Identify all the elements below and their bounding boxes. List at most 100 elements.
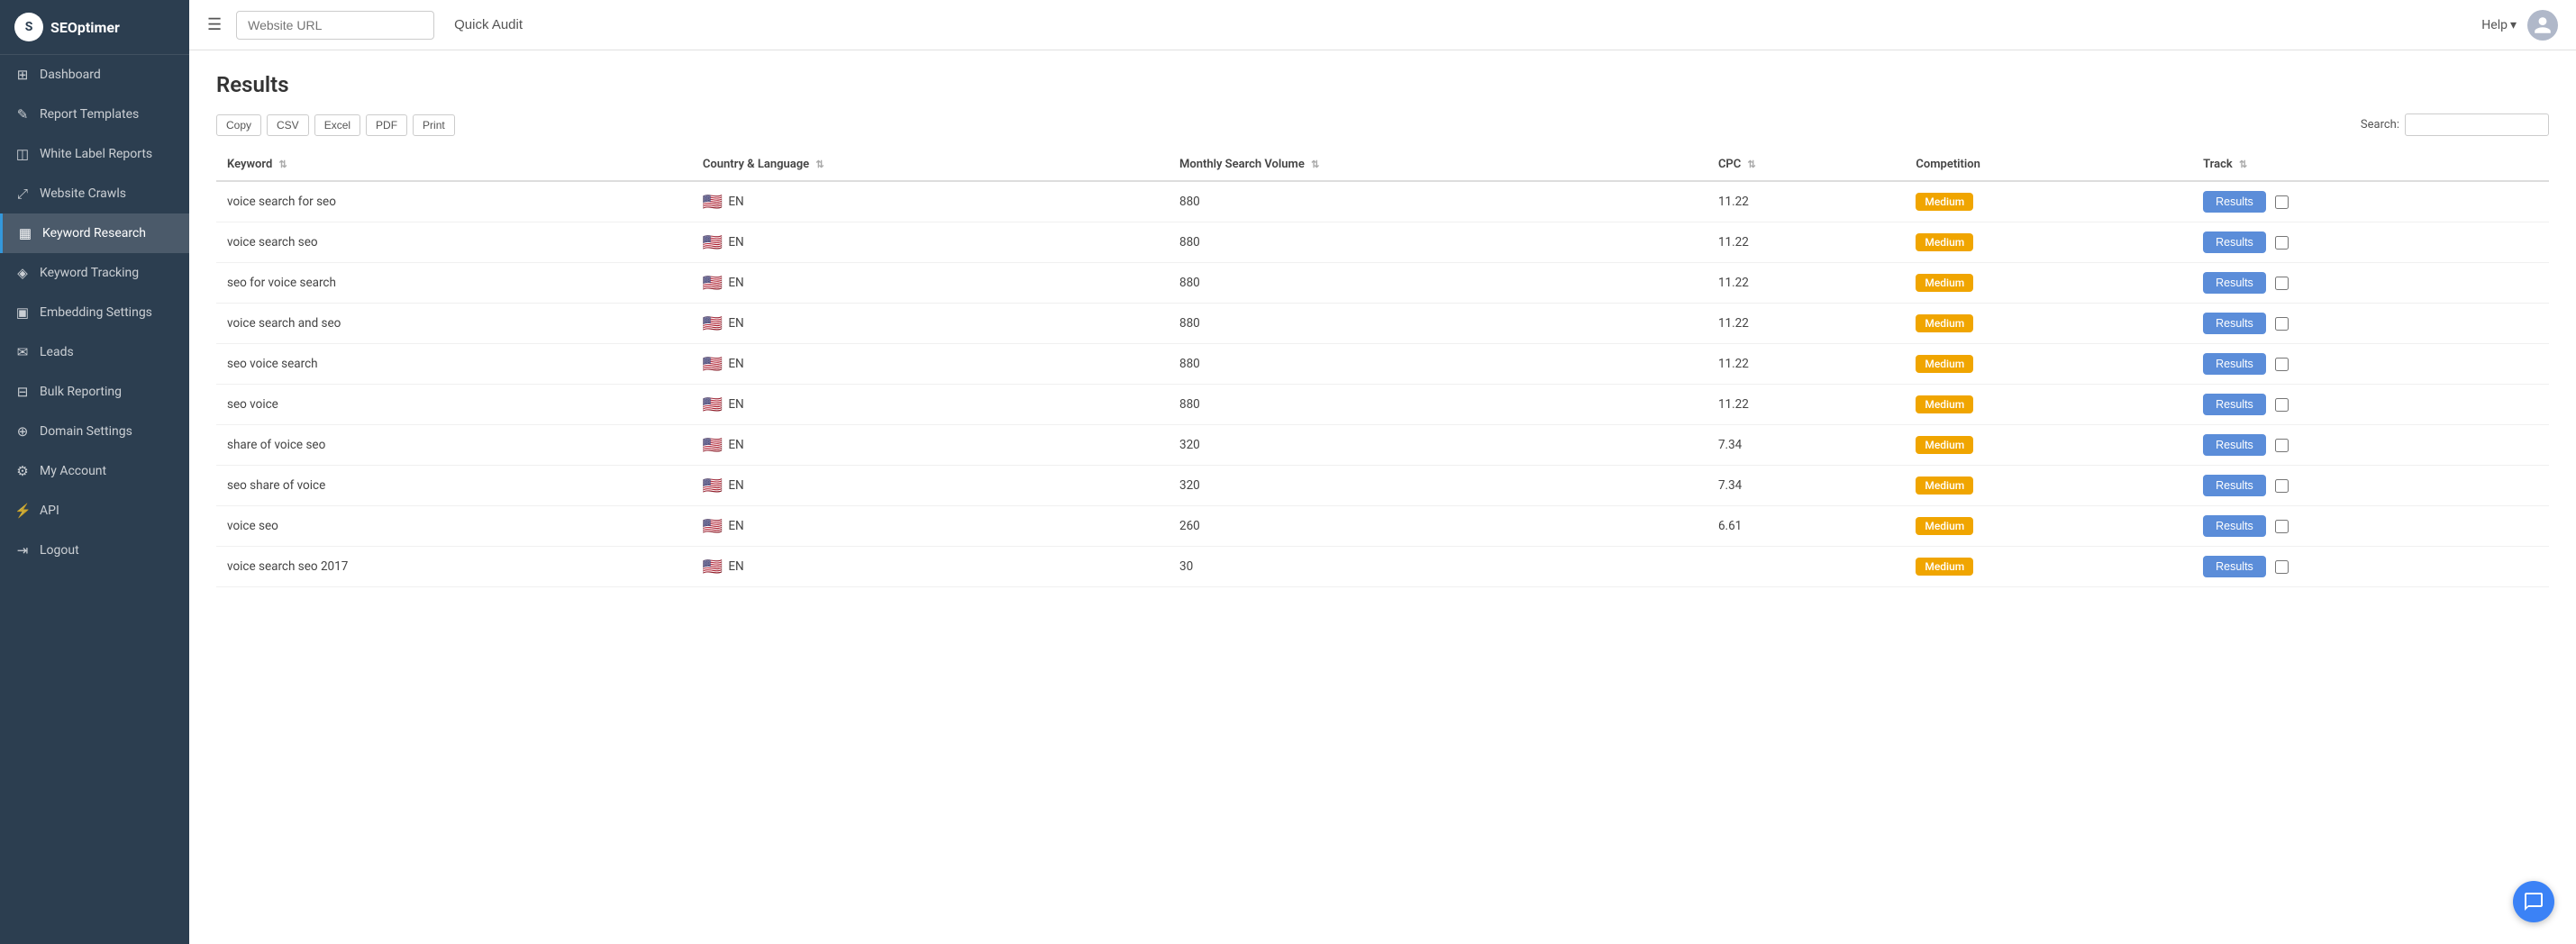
cell-competition-9: Medium [1905,547,2192,587]
sidebar-item-my-account[interactable]: ⚙ My Account [0,451,189,491]
track-checkbox-2[interactable] [2275,277,2289,290]
track-checkbox-5[interactable] [2275,398,2289,412]
topbar: ☰ Quick Audit Help ▾ [189,0,2576,50]
copy-button[interactable]: Copy [216,114,261,136]
nav-label-bulk-reporting: Bulk Reporting [40,385,122,399]
sidebar-item-api[interactable]: ⚡ API [0,491,189,531]
competition-badge-2: Medium [1916,274,1973,292]
results-button-1[interactable]: Results [2203,231,2266,253]
nav-icon-logout: ⇥ [14,542,31,558]
cell-competition-8: Medium [1905,506,2192,547]
competition-badge-1: Medium [1916,233,1973,251]
table-row: share of voice seo 🇺🇸 EN 320 7.34 Medium… [216,425,2549,466]
nav-icon-website-crawls: ⤢ [14,186,31,202]
cell-cpc-7: 7.34 [1707,466,1905,506]
cell-volume-9: 30 [1169,547,1707,587]
col-cpc[interactable]: CPC ⇅ [1707,149,1905,181]
topbar-right: Help ▾ [2481,10,2558,41]
flag-icon-5: 🇺🇸 [703,395,723,414]
table-row: seo for voice search 🇺🇸 EN 880 11.22 Med… [216,263,2549,304]
cell-keyword-9: voice search seo 2017 [216,547,692,587]
results-button-0[interactable]: Results [2203,191,2266,213]
cell-lang-1: EN [728,235,743,250]
quick-audit-button[interactable]: Quick Audit [445,12,532,38]
col-track[interactable]: Track ⇅ [2192,149,2549,181]
nav-icon-report-templates: ✎ [14,106,31,123]
track-checkbox-0[interactable] [2275,195,2289,209]
cell-volume-3: 880 [1169,304,1707,344]
cell-country-3: 🇺🇸 EN [692,304,1169,344]
nav-list: ⊞ Dashboard✎ Report Templates◫ White Lab… [0,55,189,570]
csv-button[interactable]: CSV [267,114,309,136]
table-body: voice search for seo 🇺🇸 EN 880 11.22 Med… [216,181,2549,587]
cell-keyword-7: seo share of voice [216,466,692,506]
cell-track-0: Results [2192,181,2549,222]
excel-button[interactable]: Excel [314,114,360,136]
track-checkbox-7[interactable] [2275,479,2289,493]
track-checkbox-4[interactable] [2275,358,2289,371]
sidebar-item-leads[interactable]: ✉ Leads [0,332,189,372]
cell-volume-6: 320 [1169,425,1707,466]
chat-bubble[interactable] [2513,881,2554,922]
results-button-4[interactable]: Results [2203,353,2266,375]
cell-lang-8: EN [728,519,743,533]
sort-icon-country: ⇅ [815,159,824,170]
col-monthly-volume[interactable]: Monthly Search Volume ⇅ [1169,149,1707,181]
sort-icon-cpc: ⇅ [1748,159,1756,170]
search-input[interactable] [2405,113,2549,136]
cell-cpc-6: 7.34 [1707,425,1905,466]
help-button[interactable]: Help ▾ [2481,18,2517,32]
sidebar-item-keyword-research[interactable]: ▦ Keyword Research [0,213,189,253]
page-title: Results [216,72,2549,97]
nav-icon-my-account: ⚙ [14,463,31,479]
url-input[interactable] [236,11,434,40]
sidebar-item-website-crawls[interactable]: ⤢ Website Crawls [0,174,189,213]
pdf-button[interactable]: PDF [366,114,407,136]
search-area: Search: [2361,113,2549,136]
cell-lang-9: EN [728,559,743,574]
col-country-language[interactable]: Country & Language ⇅ [692,149,1169,181]
track-checkbox-9[interactable] [2275,560,2289,574]
cell-keyword-0: voice search for seo [216,181,692,222]
user-avatar[interactable] [2527,10,2558,41]
sidebar-item-keyword-tracking[interactable]: ◈ Keyword Tracking [0,253,189,293]
print-button[interactable]: Print [413,114,455,136]
track-checkbox-1[interactable] [2275,236,2289,250]
cell-lang-0: EN [728,195,743,209]
results-button-3[interactable]: Results [2203,313,2266,334]
sidebar-item-embedding-settings[interactable]: ▣ Embedding Settings [0,293,189,332]
results-button-6[interactable]: Results [2203,434,2266,456]
competition-badge-8: Medium [1916,517,1973,535]
results-button-9[interactable]: Results [2203,556,2266,577]
cell-lang-5: EN [728,397,743,412]
cell-track-3: Results [2192,304,2549,344]
col-competition[interactable]: Competition [1905,149,2192,181]
sidebar-item-white-label-reports[interactable]: ◫ White Label Reports [0,134,189,174]
results-button-7[interactable]: Results [2203,475,2266,496]
results-button-5[interactable]: Results [2203,394,2266,415]
cell-track-2: Results [2192,263,2549,304]
track-checkbox-3[interactable] [2275,317,2289,331]
sidebar-item-domain-settings[interactable]: ⊕ Domain Settings [0,412,189,451]
sidebar-item-report-templates[interactable]: ✎ Report Templates [0,95,189,134]
cell-cpc-1: 11.22 [1707,222,1905,263]
cell-keyword-8: voice seo [216,506,692,547]
col-keyword[interactable]: Keyword ⇅ [216,149,692,181]
sidebar-item-bulk-reporting[interactable]: ⊟ Bulk Reporting [0,372,189,412]
hamburger-icon[interactable]: ☰ [207,15,222,34]
cell-track-4: Results [2192,344,2549,385]
track-checkbox-8[interactable] [2275,520,2289,533]
cell-lang-4: EN [728,357,743,371]
flag-icon-0: 🇺🇸 [703,193,723,212]
results-button-2[interactable]: Results [2203,272,2266,294]
sidebar-item-logout[interactable]: ⇥ Logout [0,531,189,570]
track-checkbox-6[interactable] [2275,439,2289,452]
table-row: voice seo 🇺🇸 EN 260 6.61 Medium Results [216,506,2549,547]
cell-keyword-4: seo voice search [216,344,692,385]
table-row: seo share of voice 🇺🇸 EN 320 7.34 Medium… [216,466,2549,506]
nav-icon-keyword-research: ▦ [17,225,33,241]
cell-country-0: 🇺🇸 EN [692,181,1169,222]
sidebar-item-dashboard[interactable]: ⊞ Dashboard [0,55,189,95]
results-button-8[interactable]: Results [2203,515,2266,537]
cell-keyword-5: seo voice [216,385,692,425]
